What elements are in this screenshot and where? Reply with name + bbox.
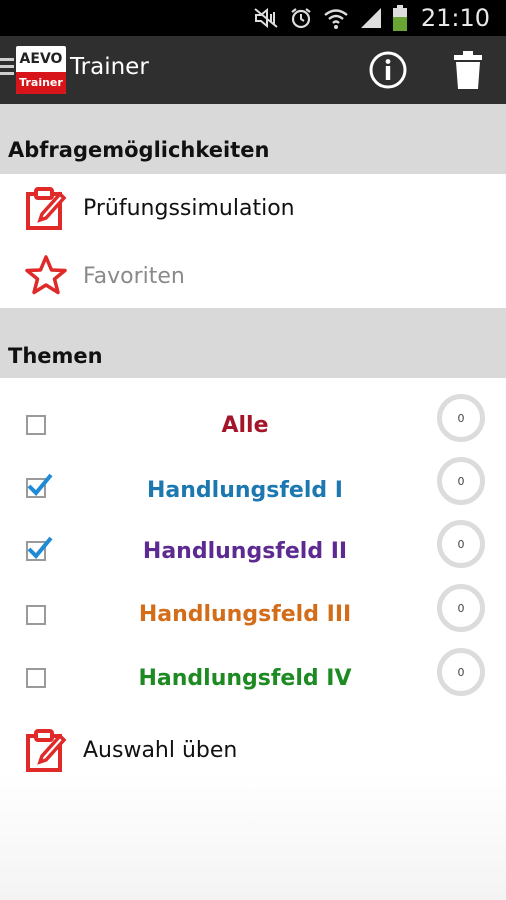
topic-row-hf1[interactable]: Handlungsfeld I 0 xyxy=(0,457,506,519)
topic-count-hf1: 0 xyxy=(437,457,485,505)
query-section-title: Abfragemöglichkeiten xyxy=(8,138,270,162)
checkmark-icon xyxy=(26,472,54,502)
topic-checkbox-hf2[interactable] xyxy=(26,536,53,561)
topic-checkbox-all[interactable] xyxy=(26,415,46,435)
query-section-header: Abfragemöglichkeiten xyxy=(0,104,506,174)
topic-label-hf2: Handlungsfeld II xyxy=(142,539,348,564)
topic-checkbox-hf3[interactable] xyxy=(26,605,46,625)
topic-count-hf3: 0 xyxy=(437,584,485,632)
topic-row-hf2[interactable]: Handlungsfeld II 0 xyxy=(0,520,506,582)
status-bar: 21:10 xyxy=(0,0,506,36)
delete-button[interactable] xyxy=(446,50,490,94)
drawer-indicator-icon[interactable] xyxy=(0,58,14,79)
topic-row-all[interactable]: Alle 0 xyxy=(0,394,506,456)
mute-icon xyxy=(253,7,279,29)
action-bar: AEVO Trainer Trainer xyxy=(0,36,506,104)
checkmark-icon xyxy=(26,535,54,565)
topic-label-hf1: Handlungsfeld I xyxy=(146,478,343,503)
favorites-label: Favoriten xyxy=(83,264,185,289)
topic-count-hf4: 0 xyxy=(437,648,485,696)
topic-count-hf2: 0 xyxy=(437,520,485,568)
app-title: Trainer xyxy=(70,54,149,80)
topic-label-hf3: Handlungsfeld III xyxy=(138,602,352,627)
topic-count-all: 0 xyxy=(437,394,485,442)
background-fade xyxy=(0,770,506,900)
trash-icon xyxy=(452,51,484,93)
topic-checkbox-hf1[interactable] xyxy=(26,473,53,498)
logo-text-bottom: Trainer xyxy=(16,72,66,94)
practice-selection-label: Auswahl üben xyxy=(83,738,238,763)
topics-section-title: Themen xyxy=(8,344,103,368)
exam-simulation-label: Prüfungssimulation xyxy=(83,196,295,221)
star-icon xyxy=(24,254,68,300)
status-icons: 21:10 xyxy=(253,0,490,36)
clipboard-edit-icon xyxy=(24,728,68,778)
favorites-item[interactable]: Favoriten xyxy=(0,244,506,308)
topic-row-hf4[interactable]: Handlungsfeld IV 0 xyxy=(0,648,506,710)
signal-icon xyxy=(359,6,383,30)
alarm-icon xyxy=(289,6,313,30)
topics-section-header: Themen xyxy=(0,308,506,378)
status-time: 21:10 xyxy=(420,4,490,32)
topic-label-hf4: Handlungsfeld IV xyxy=(138,666,352,691)
wifi-icon xyxy=(323,6,349,30)
topic-label-all: Alle xyxy=(221,413,269,438)
topic-checkbox-hf4[interactable] xyxy=(26,668,46,688)
app-logo[interactable]: AEVO Trainer xyxy=(16,46,66,94)
info-icon xyxy=(368,50,408,94)
exam-simulation-item[interactable]: Prüfungssimulation xyxy=(0,178,506,242)
topic-row-hf3[interactable]: Handlungsfeld III 0 xyxy=(0,584,506,646)
logo-text-top: AEVO xyxy=(19,51,63,67)
battery-icon xyxy=(392,5,407,31)
clipboard-edit-icon xyxy=(24,186,68,236)
practice-selection-item[interactable]: Auswahl üben xyxy=(0,720,506,784)
info-button[interactable] xyxy=(366,50,410,94)
